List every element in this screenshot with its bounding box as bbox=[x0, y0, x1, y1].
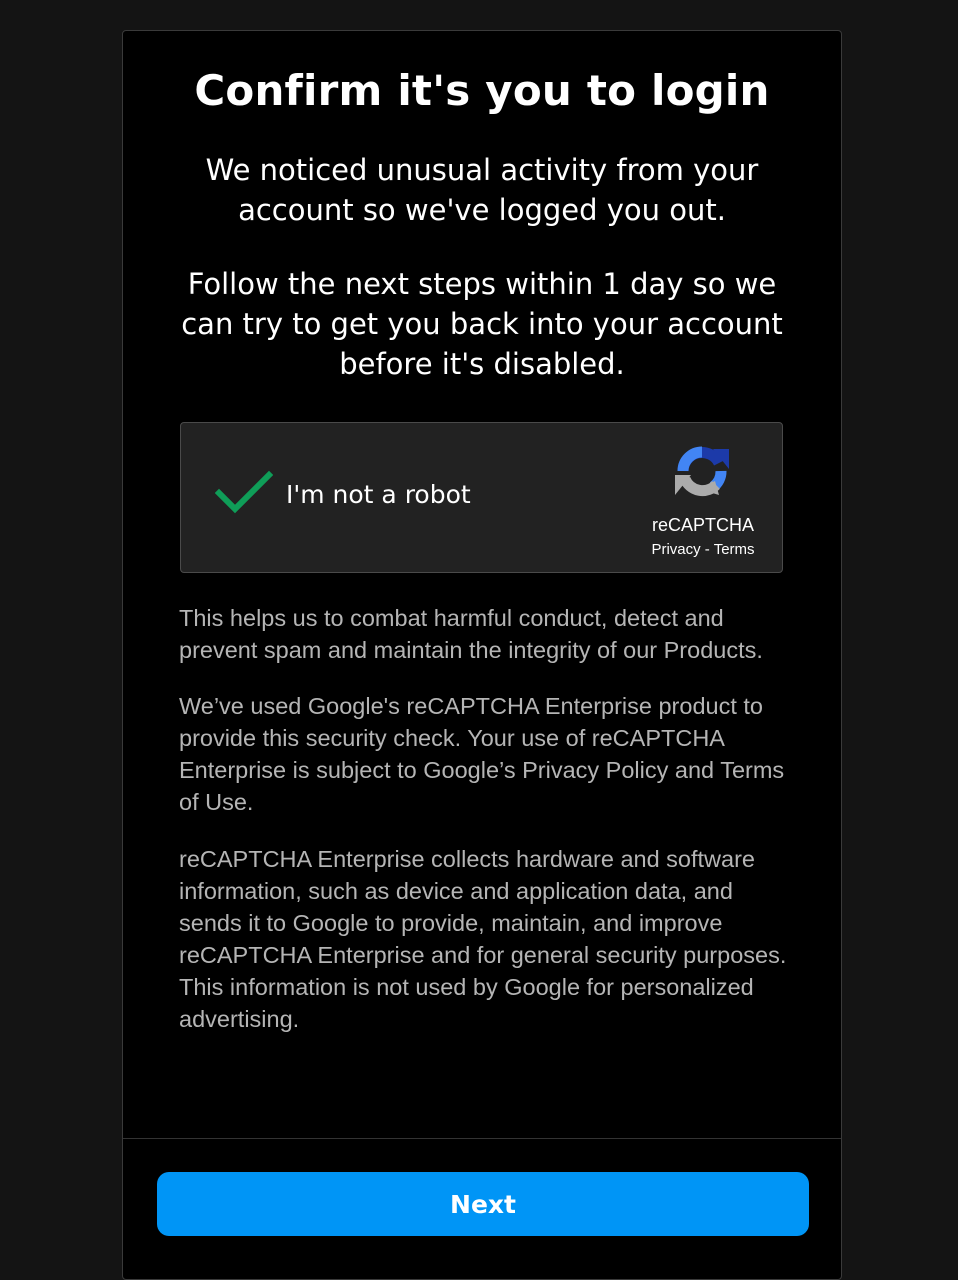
security-info-1: This helps us to combat harmful conduct,… bbox=[179, 605, 763, 663]
recaptcha-widget[interactable]: I'm not a robot reCAPTCHA Privacy - Term… bbox=[180, 422, 783, 573]
security-info-2: We’ve used Google's reCAPTCHA Enterprise… bbox=[179, 693, 785, 815]
recaptcha-links-separator: - bbox=[704, 541, 710, 558]
confirm-dialog: Confirm it's you to login We noticed unu… bbox=[122, 30, 842, 1280]
unusual-activity-message: We noticed unusual activity from your ac… bbox=[205, 153, 759, 227]
security-info-3: reCAPTCHA Enterprise collects hardware a… bbox=[179, 846, 787, 1032]
not-a-robot-label: I'm not a robot bbox=[286, 480, 471, 509]
checkmark-icon[interactable] bbox=[215, 469, 273, 515]
next-button[interactable]: Next bbox=[157, 1172, 809, 1236]
dialog-footer: Next bbox=[123, 1138, 841, 1279]
recaptcha-privacy-link[interactable]: Privacy bbox=[651, 541, 700, 558]
recaptcha-brand: reCAPTCHA bbox=[651, 515, 754, 535]
recaptcha-logo-icon bbox=[675, 446, 729, 497]
recaptcha-terms-link[interactable]: Terms bbox=[714, 541, 755, 558]
next-steps-message: Follow the next steps within 1 day so we… bbox=[181, 267, 783, 381]
recaptcha-links: Privacy - Terms bbox=[629, 540, 777, 560]
dialog-title: Confirm it's you to login bbox=[194, 66, 770, 115]
